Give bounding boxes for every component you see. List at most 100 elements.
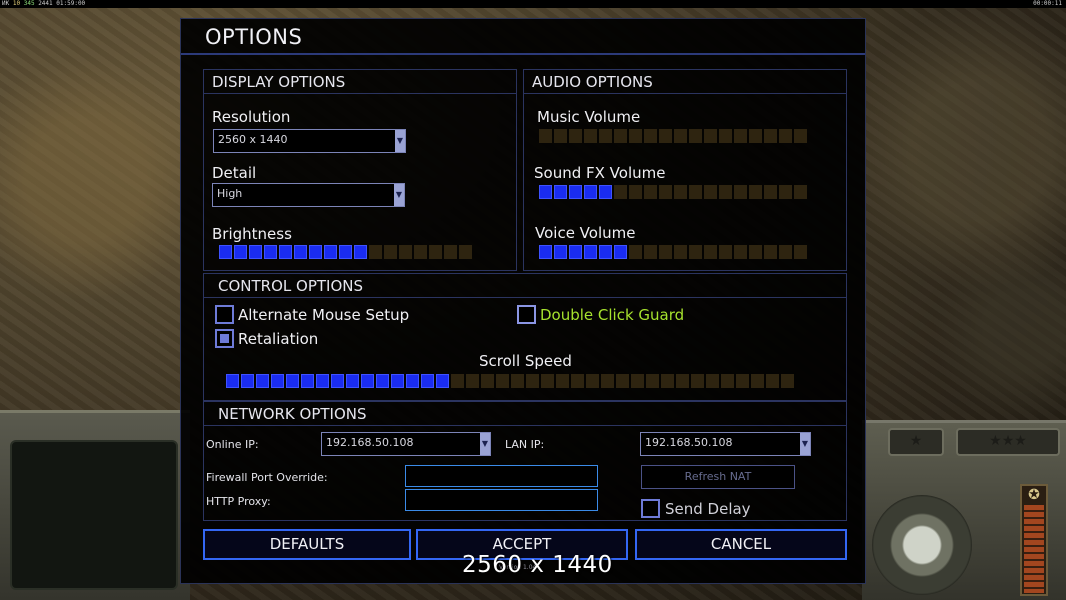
slider-segment[interactable] <box>346 374 359 388</box>
send-delay-checkbox[interactable] <box>641 499 660 518</box>
slider-segment[interactable] <box>781 374 794 388</box>
chevron-down-icon[interactable]: ▼ <box>800 433 810 455</box>
chevron-down-icon[interactable]: ▼ <box>395 130 405 152</box>
slider-segment[interactable] <box>764 245 777 259</box>
slider-segment[interactable] <box>689 129 702 143</box>
slider-segment[interactable] <box>466 374 479 388</box>
slider-segment[interactable] <box>629 245 642 259</box>
slider-segment[interactable] <box>459 245 472 259</box>
slider-segment[interactable] <box>599 129 612 143</box>
slider-segment[interactable] <box>674 129 687 143</box>
slider-segment[interactable] <box>734 129 747 143</box>
alternate-mouse-checkbox[interactable] <box>215 305 234 324</box>
retaliation-checkbox[interactable] <box>215 329 234 348</box>
slider-segment[interactable] <box>324 245 337 259</box>
slider-segment[interactable] <box>659 245 672 259</box>
slider-segment[interactable] <box>526 374 539 388</box>
slider-segment[interactable] <box>584 185 597 199</box>
slider-segment[interactable] <box>599 185 612 199</box>
slider-segment[interactable] <box>721 374 734 388</box>
slider-segment[interactable] <box>689 185 702 199</box>
slider-segment[interactable] <box>779 185 792 199</box>
slider-segment[interactable] <box>749 185 762 199</box>
detail-dropdown[interactable]: High ▼ <box>212 183 405 207</box>
scroll-speed-slider[interactable] <box>226 374 794 388</box>
http-proxy-input[interactable] <box>405 489 598 511</box>
slider-segment[interactable] <box>554 245 567 259</box>
slider-segment[interactable] <box>616 374 629 388</box>
slider-segment[interactable] <box>734 185 747 199</box>
slider-segment[interactable] <box>764 185 777 199</box>
cancel-button[interactable]: CANCEL <box>635 529 847 560</box>
slider-segment[interactable] <box>539 129 552 143</box>
slider-segment[interactable] <box>376 374 389 388</box>
firewall-port-input[interactable] <box>405 465 598 487</box>
slider-segment[interactable] <box>444 245 457 259</box>
slider-segment[interactable] <box>569 129 582 143</box>
slider-segment[interactable] <box>391 374 404 388</box>
slider-segment[interactable] <box>644 129 657 143</box>
hud-stars-button[interactable]: ★★★ <box>956 428 1060 456</box>
slider-segment[interactable] <box>414 245 427 259</box>
slider-segment[interactable] <box>301 374 314 388</box>
slider-segment[interactable] <box>736 374 749 388</box>
slider-segment[interactable] <box>599 245 612 259</box>
brightness-slider[interactable] <box>219 245 472 259</box>
slider-segment[interactable] <box>496 374 509 388</box>
slider-segment[interactable] <box>556 374 569 388</box>
slider-segment[interactable] <box>271 374 284 388</box>
slider-segment[interactable] <box>354 245 367 259</box>
slider-segment[interactable] <box>554 185 567 199</box>
slider-segment[interactable] <box>751 374 764 388</box>
slider-segment[interactable] <box>704 185 717 199</box>
slider-segment[interactable] <box>629 185 642 199</box>
slider-segment[interactable] <box>234 245 247 259</box>
slider-segment[interactable] <box>399 245 412 259</box>
music-volume-slider[interactable] <box>539 129 807 143</box>
slider-segment[interactable] <box>779 129 792 143</box>
slider-segment[interactable] <box>644 185 657 199</box>
refresh-nat-button[interactable]: Refresh NAT <box>641 465 795 489</box>
slider-segment[interactable] <box>331 374 344 388</box>
slider-segment[interactable] <box>481 374 494 388</box>
slider-segment[interactable] <box>369 245 382 259</box>
slider-segment[interactable] <box>659 185 672 199</box>
slider-segment[interactable] <box>421 374 434 388</box>
slider-segment[interactable] <box>249 245 262 259</box>
slider-segment[interactable] <box>241 374 254 388</box>
slider-segment[interactable] <box>586 374 599 388</box>
slider-segment[interactable] <box>734 245 747 259</box>
slider-segment[interactable] <box>691 374 704 388</box>
hud-rank-button[interactable]: ★ <box>888 428 944 456</box>
slider-segment[interactable] <box>719 129 732 143</box>
chevron-down-icon[interactable]: ▼ <box>480 433 490 455</box>
slider-segment[interactable] <box>676 374 689 388</box>
voice-volume-slider[interactable] <box>539 245 807 259</box>
slider-segment[interactable] <box>569 185 582 199</box>
slider-segment[interactable] <box>554 129 567 143</box>
slider-segment[interactable] <box>779 245 792 259</box>
slider-segment[interactable] <box>316 374 329 388</box>
slider-segment[interactable] <box>646 374 659 388</box>
slider-segment[interactable] <box>614 129 627 143</box>
slider-segment[interactable] <box>264 245 277 259</box>
slider-segment[interactable] <box>584 129 597 143</box>
slider-segment[interactable] <box>689 245 702 259</box>
slider-segment[interactable] <box>294 245 307 259</box>
slider-segment[interactable] <box>766 374 779 388</box>
slider-segment[interactable] <box>764 129 777 143</box>
defaults-button[interactable]: DEFAULTS <box>203 529 411 560</box>
slider-segment[interactable] <box>601 374 614 388</box>
slider-segment[interactable] <box>571 374 584 388</box>
slider-segment[interactable] <box>794 185 807 199</box>
slider-segment[interactable] <box>706 374 719 388</box>
slider-segment[interactable] <box>539 245 552 259</box>
slider-segment[interactable] <box>704 129 717 143</box>
slider-segment[interactable] <box>659 129 672 143</box>
slider-segment[interactable] <box>406 374 419 388</box>
lan-ip-dropdown[interactable]: 192.168.50.108 ▼ <box>640 432 811 456</box>
slider-segment[interactable] <box>794 245 807 259</box>
sound-fx-volume-slider[interactable] <box>539 185 807 199</box>
slider-segment[interactable] <box>226 374 239 388</box>
double-click-guard-checkbox[interactable] <box>517 305 536 324</box>
